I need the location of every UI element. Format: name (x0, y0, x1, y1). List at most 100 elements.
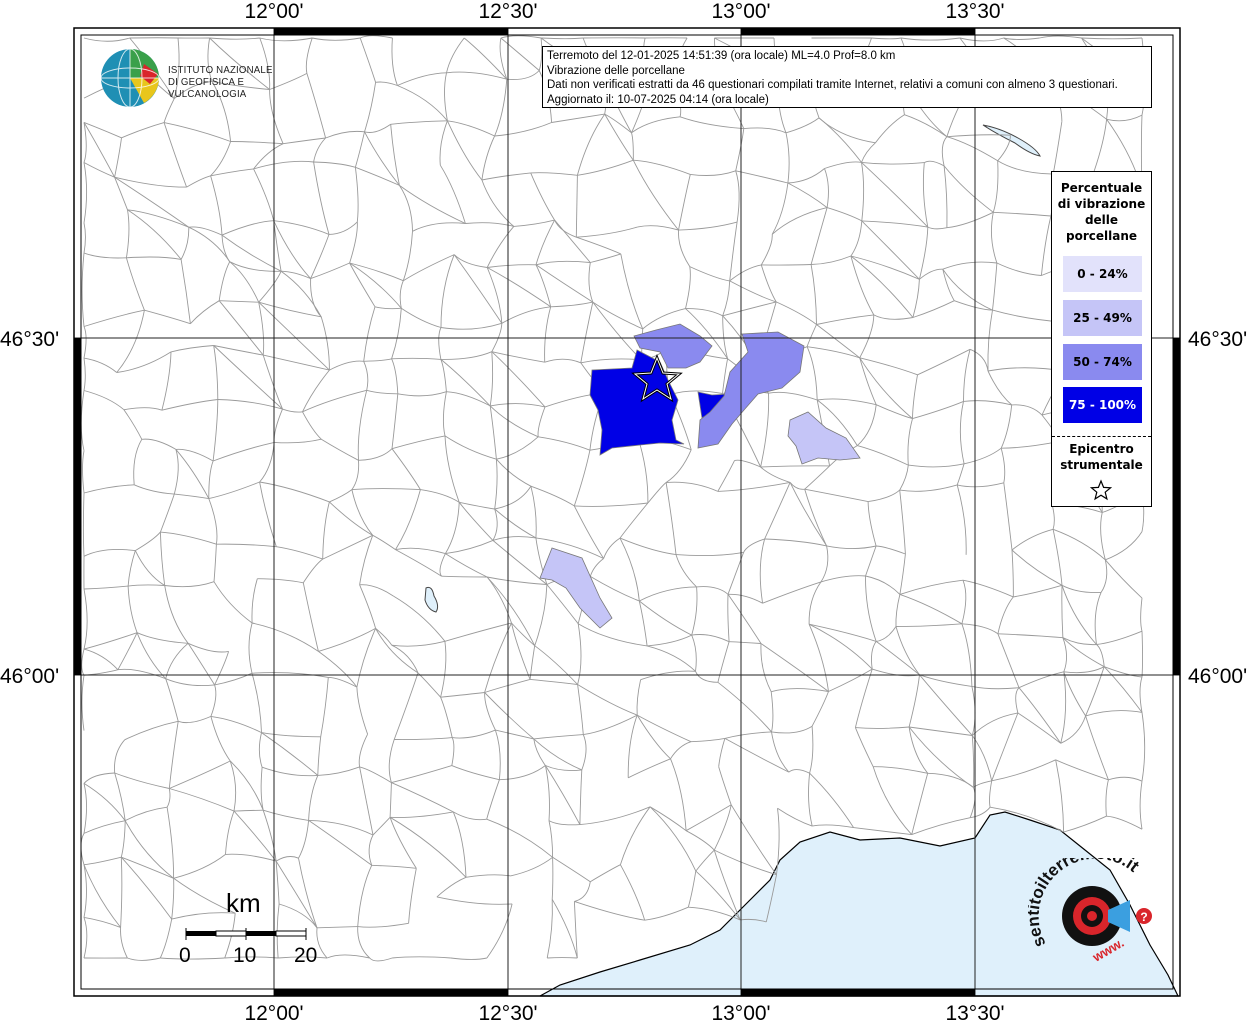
municipal-boundary-segment (121, 857, 173, 878)
municipal-boundary-segment (535, 585, 547, 646)
municipal-boundary-segment (874, 315, 913, 319)
municipal-boundary-segment (531, 486, 574, 506)
municipal-boundary-segment (234, 810, 263, 811)
municipal-boundary-segment (650, 807, 686, 831)
municipal-boundary-segment (638, 226, 679, 230)
municipal-boundary-segment (502, 307, 551, 324)
municipal-boundary-segment (160, 532, 164, 585)
municipal-boundary-segment (128, 586, 137, 633)
municipal-boundary-segment (360, 585, 394, 596)
municipal-boundary-segment (761, 393, 769, 467)
municipal-boundary-segment (329, 361, 363, 370)
municipal-boundary-segment (536, 265, 551, 307)
municipal-boundary-segment (84, 865, 87, 918)
municipal-boundary-segment (1086, 667, 1105, 716)
municipal-boundary-segment (855, 728, 873, 767)
municipal-boundary-segment (549, 821, 553, 858)
municipal-boundary-segment (259, 733, 262, 768)
municipal-boundary-segment (535, 646, 578, 685)
municipal-boundary-segment (988, 371, 1012, 405)
municipal-boundary-segment (725, 732, 772, 739)
municipal-boundary-segment (188, 643, 229, 652)
municipal-boundary-segment (583, 715, 637, 735)
municipal-boundary-segment (318, 737, 321, 776)
municipal-boundary-segment (924, 161, 944, 166)
municipal-boundary-segment (620, 538, 639, 601)
municipal-boundary-segment (761, 265, 811, 266)
municipal-boundary-segment (855, 669, 872, 728)
municipal-boundary-segment (998, 634, 1019, 688)
municipal-boundary-segment (772, 183, 788, 234)
municipal-boundary-segment (547, 899, 552, 958)
municipal-boundary-segment (679, 174, 691, 230)
municipal-boundary-segment (692, 634, 729, 641)
municipal-boundary-segment (128, 210, 189, 227)
municipal-boundary-segment (397, 73, 446, 86)
municipal-boundary-segment (392, 358, 441, 359)
municipal-boundary-segment (827, 546, 877, 549)
municipal-boundary-segment (679, 222, 738, 230)
municipal-boundary-segment (399, 185, 412, 231)
municipal-boundary-segment (403, 231, 412, 280)
municipal-boundary-segment (279, 904, 317, 928)
municipal-boundary-segment (676, 552, 744, 555)
municipal-boundary-segment (403, 255, 454, 281)
municipal-boundary-segment (437, 897, 512, 904)
municipal-boundary-segment (851, 221, 862, 256)
municipal-boundary-segment (865, 576, 876, 641)
municipal-boundary-segment (621, 254, 643, 329)
municipal-boundary-segment (452, 766, 500, 780)
municipal-boundary-segment (135, 532, 160, 551)
municipal-boundary-segment (169, 721, 178, 788)
municipal-boundary-segment (299, 820, 309, 858)
municipal-boundary-segment (1064, 816, 1107, 832)
municipal-boundary-segment (920, 675, 973, 736)
municipal-boundary-segment (1140, 677, 1142, 712)
municipal-boundary-segment (487, 577, 547, 585)
municipal-boundary-segment (666, 482, 718, 491)
municipal-boundary-segment (650, 807, 696, 871)
municipal-boundary-segment (809, 773, 813, 826)
municipal-boundary-segment (809, 624, 876, 641)
municipal-boundary-segment (530, 679, 578, 684)
municipal-boundary-segment (230, 262, 281, 272)
municipal-boundary-segment (84, 783, 87, 833)
municipal-boundary-segment (171, 346, 214, 352)
municipal-boundary-segment (1064, 667, 1104, 673)
municipal-boundary-segment (736, 171, 788, 183)
municipal-boundary-segment (358, 923, 409, 927)
municipal-boundary-segment (352, 460, 359, 489)
municipal-boundary-segment (1061, 672, 1066, 744)
lon-label-top-4: 13°30' (945, 0, 1004, 24)
municipal-boundary-segment (1092, 119, 1107, 177)
municipal-boundary-segment (545, 766, 581, 771)
municipal-boundary-segment (590, 865, 620, 882)
municipal-boundary-segment (314, 162, 356, 167)
municipal-boundary-segment (303, 583, 318, 652)
municipal-boundary-segment (714, 805, 731, 850)
municipal-boundary-segment (1141, 598, 1142, 631)
municipal-boundary-segment (82, 649, 84, 675)
municipal-boundary-segment (714, 850, 776, 875)
municipal-boundary-segment (276, 547, 322, 559)
municipal-boundary-segment (647, 646, 695, 671)
municipal-boundary-segment (771, 689, 828, 692)
municipal-boundary-segment (317, 928, 327, 958)
municipal-boundary-segment (144, 310, 190, 324)
municipal-boundary-segment (360, 38, 375, 82)
municipal-boundary-segment (439, 328, 441, 360)
municipal-boundary-segment (165, 582, 214, 587)
municipal-boundary-segment (760, 539, 764, 603)
municipal-boundary-segment (181, 227, 189, 259)
municipal-boundary-segment (538, 407, 545, 437)
municipal-boundary-segment (909, 727, 973, 787)
municipal-boundary-segment (678, 230, 689, 267)
municipal-boundary-segment (786, 118, 819, 133)
municipal-boundary-segment (875, 115, 904, 143)
municipal-boundary-segment (963, 580, 1013, 597)
municipal-boundary-segment (188, 643, 215, 685)
municipal-boundary-segment (862, 221, 928, 227)
municipal-boundary-segment (181, 259, 190, 323)
municipal-boundary-segment (530, 646, 535, 680)
municipal-boundary-segment (178, 716, 211, 722)
